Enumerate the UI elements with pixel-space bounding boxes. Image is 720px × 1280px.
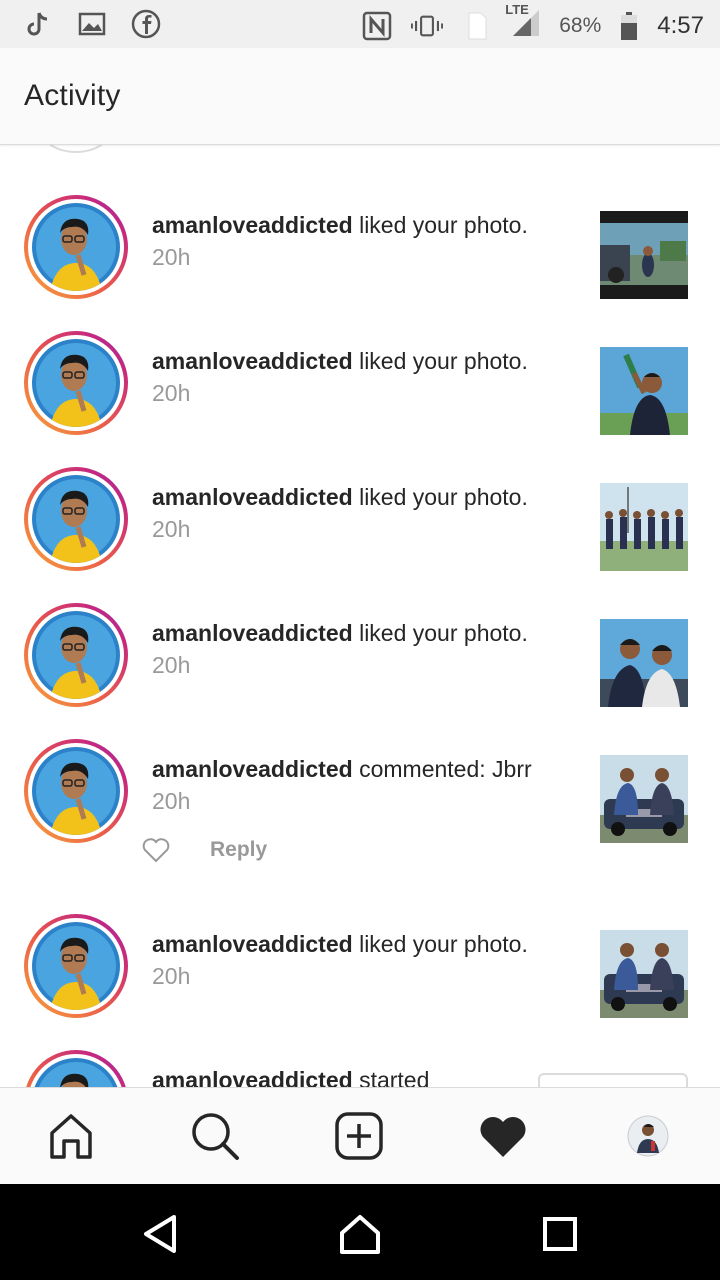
facebook-icon xyxy=(130,8,162,40)
action-text: liked your photo. xyxy=(352,212,528,238)
profile-avatar[interactable] xyxy=(622,1110,674,1162)
status-bar: LTE 68% 4:57 xyxy=(0,0,720,48)
username[interactable]: amanloveaddicted xyxy=(152,756,353,782)
list-item[interactable]: amanloveaddicted liked your photo. 20h xyxy=(0,328,720,464)
timestamp: 20h xyxy=(152,963,191,989)
vibrate-icon xyxy=(411,10,444,42)
action-text: liked your photo. xyxy=(352,931,528,957)
avatar[interactable] xyxy=(24,1050,128,1088)
bottom-nav xyxy=(0,1087,720,1184)
username[interactable]: amanloveaddicted xyxy=(152,348,353,374)
username[interactable]: amanloveaddicted xyxy=(152,620,353,646)
follow-button[interactable] xyxy=(538,1073,688,1088)
avatar[interactable] xyxy=(24,739,128,843)
battery-percent: 68% xyxy=(559,14,602,37)
list-item[interactable]: amanloveaddicted liked your photo. 20h xyxy=(0,464,720,600)
like-comment-heart-icon[interactable] xyxy=(142,837,170,863)
back-icon[interactable] xyxy=(138,1212,182,1256)
list-item[interactable]: amanloveaddicted started xyxy=(0,1047,720,1088)
list-item[interactable]: amanloveaddicted liked your photo. 20h xyxy=(0,600,720,736)
recents-icon[interactable] xyxy=(538,1212,582,1256)
post-thumbnail[interactable] xyxy=(600,211,688,299)
username[interactable]: amanloveaddicted xyxy=(152,1067,353,1088)
list-item[interactable]: amanloveaddicted liked your photo. 20h xyxy=(0,192,720,328)
battery-icon xyxy=(619,10,639,42)
post-thumbnail[interactable] xyxy=(600,930,688,1018)
post-thumbnail[interactable] xyxy=(600,483,688,571)
timestamp: 20h xyxy=(152,516,191,542)
activity-text: amanloveaddicted liked your photo. xyxy=(152,210,528,240)
avatar[interactable] xyxy=(24,603,128,707)
username[interactable]: amanloveaddicted xyxy=(152,212,353,238)
activity-text: amanloveaddicted liked your photo. xyxy=(152,618,528,648)
username[interactable]: amanloveaddicted xyxy=(152,931,353,957)
activity-feed[interactable]: amanloveaddicted liked your photo. 20h a… xyxy=(0,145,720,1088)
sim-icon xyxy=(461,10,493,42)
activity-text: amanloveaddicted liked your photo. xyxy=(152,482,528,512)
action-text: liked your photo. xyxy=(352,620,528,646)
page-title: Activity xyxy=(24,79,121,112)
action-text: liked your photo. xyxy=(352,348,528,374)
signal-indicator: LTE xyxy=(505,2,541,44)
network-type: LTE xyxy=(505,2,529,17)
username[interactable]: amanloveaddicted xyxy=(152,484,353,510)
action-text: liked your photo. xyxy=(352,484,528,510)
avatar[interactable] xyxy=(24,467,128,571)
home-icon[interactable] xyxy=(45,1110,97,1162)
timestamp: 20h xyxy=(152,380,191,406)
avatar[interactable] xyxy=(24,914,128,1018)
home-icon[interactable] xyxy=(338,1212,382,1256)
activity-text: amanloveaddicted liked your photo. xyxy=(152,346,528,376)
comment-actions: Reply xyxy=(142,837,267,863)
post-thumbnail[interactable] xyxy=(600,755,688,843)
gallery-icon xyxy=(76,8,108,40)
clock: 4:57 xyxy=(657,12,704,39)
timestamp: 20h xyxy=(152,652,191,678)
post-thumbnail[interactable] xyxy=(600,347,688,435)
new-post-icon[interactable] xyxy=(333,1110,385,1162)
post-thumbnail[interactable] xyxy=(600,619,688,707)
activity-text: amanloveaddicted liked your photo. xyxy=(152,929,528,959)
activity-text: amanloveaddicted started xyxy=(152,1065,429,1088)
activity-text: amanloveaddicted commented: Jbrr xyxy=(152,754,532,784)
avatar[interactable] xyxy=(24,195,128,299)
reply-button[interactable]: Reply xyxy=(210,838,267,862)
list-item[interactable]: amanloveaddicted commented: Jbrr 20h Rep… xyxy=(0,736,720,906)
nfc-icon xyxy=(361,10,393,42)
activity-heart-icon[interactable] xyxy=(477,1110,529,1162)
app-header: Activity xyxy=(0,48,720,145)
action-text: commented: Jbrr xyxy=(352,756,532,782)
timestamp: 20h xyxy=(152,788,191,814)
action-text: started xyxy=(352,1067,430,1088)
system-navigation-bar xyxy=(0,1184,720,1280)
search-icon[interactable] xyxy=(189,1110,241,1162)
timestamp: 20h xyxy=(152,244,191,270)
tiktok-icon xyxy=(22,8,54,40)
avatar[interactable] xyxy=(24,331,128,435)
list-item[interactable]: amanloveaddicted liked your photo. 20h xyxy=(0,911,720,1047)
avatar[interactable] xyxy=(40,145,112,153)
